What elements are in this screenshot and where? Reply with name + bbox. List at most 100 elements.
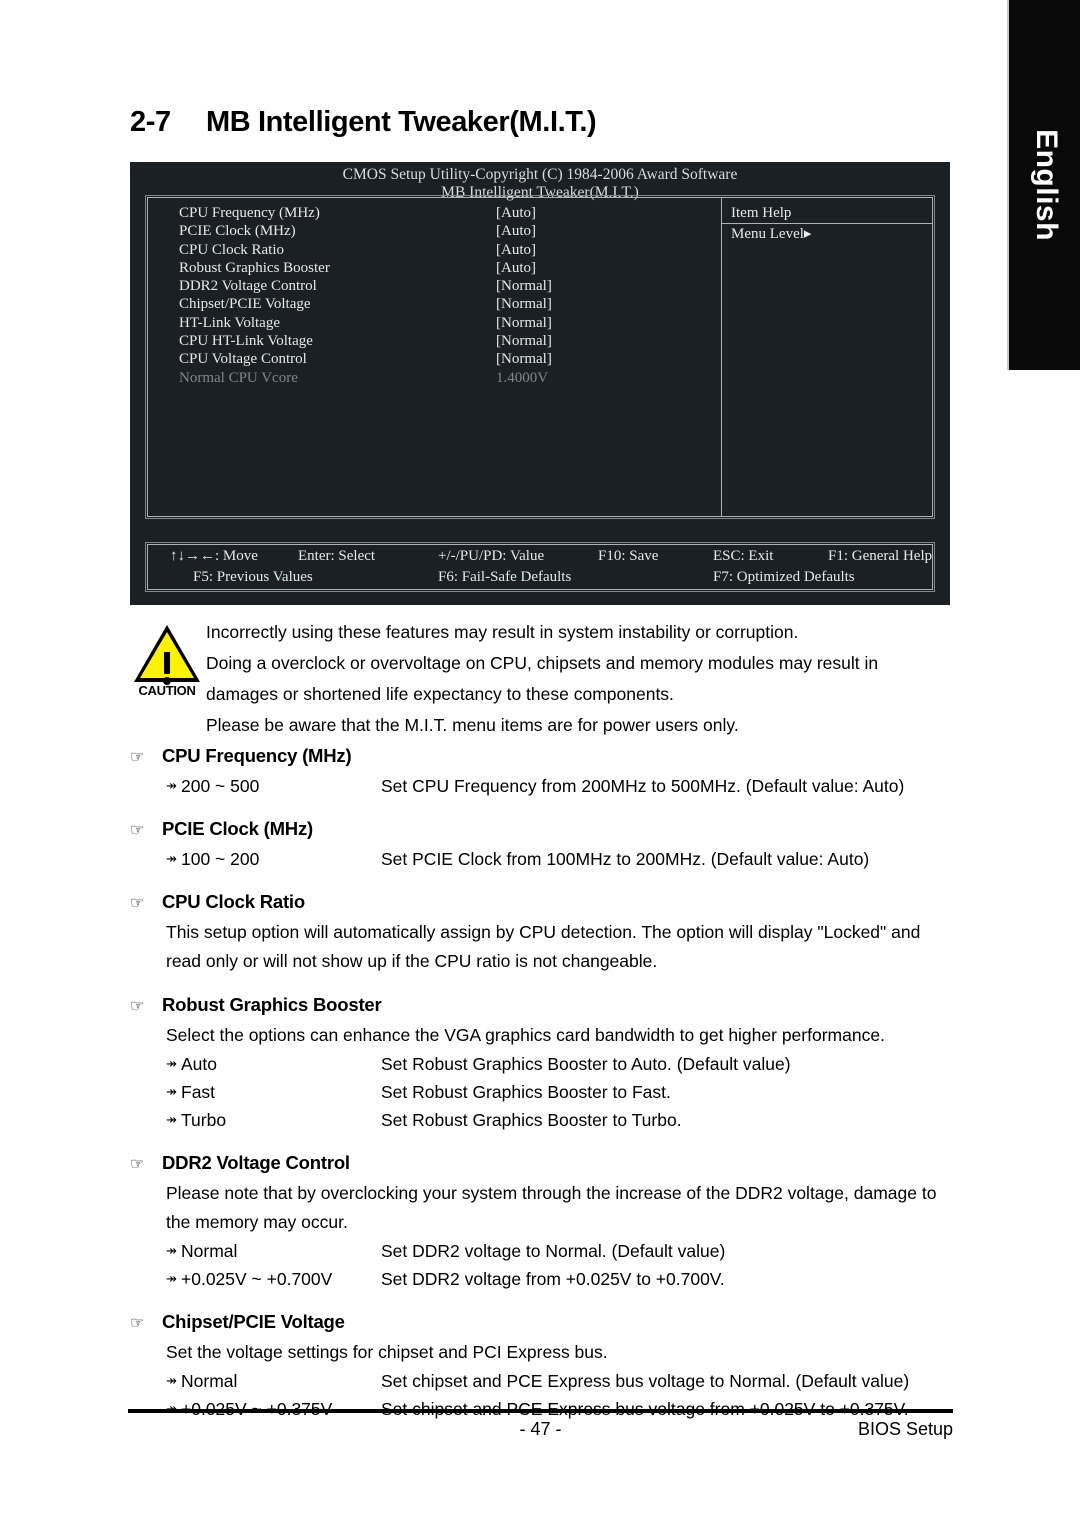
bios-header: CMOS Setup Utility-Copyright (C) 1984-20… <box>130 162 950 202</box>
option-name: Auto <box>181 1054 217 1074</box>
option-description: Set chipset and PCE Express bus voltage … <box>381 1371 910 1391</box>
bios-setting-row[interactable]: CPU Clock Ratio [Auto] <box>148 241 721 259</box>
option-row: ↠ 200 ~ 500 Set CPU Frequency from 200MHz … <box>166 772 958 800</box>
option-arrow-icon: ↠ <box>166 1084 177 1099</box>
bios-setting-label: CPU Frequency (MHz) <box>179 205 320 221</box>
bios-setting-label: DDR2 Voltage Control <box>179 278 317 295</box>
bios-settings-list: CPU Frequency (MHz) [Auto] PCIE Clock (MHz… <box>148 198 721 516</box>
bios-setting-row[interactable]: DDR2 Voltage Control [Normal] <box>148 277 721 295</box>
bios-setting-value[interactable]: [Normal] <box>496 314 552 332</box>
bios-function-key: F10: Save <box>598 548 659 564</box>
bios-setting-row[interactable]: CPU Frequency (MHz) [Auto] <box>148 204 721 222</box>
option-name: 100 ~ 200 <box>181 849 260 869</box>
option-description: Set DDR2 voltage from +0.025V to +0.700V… <box>381 1269 725 1289</box>
bios-function-key: Enter: Select <box>298 548 376 564</box>
option-row: ↠ Auto Set Robust Graphics Booster to Auto… <box>166 1050 958 1078</box>
option-name: 200 ~ 500 <box>181 776 260 796</box>
section-heading-text: DDR2 Voltage Control <box>162 1152 350 1173</box>
bios-setting-label: HT-Link Voltage <box>179 314 280 331</box>
bios-setting-value[interactable]: [Normal] <box>496 332 552 350</box>
caution-line: Please be aware that the M.I.T. menu ite… <box>206 715 739 735</box>
page-title: 2-7 MB Intelligent Tweaker(M.I.T.) <box>130 106 597 139</box>
option-name: Normal <box>181 1371 238 1391</box>
bios-setting-row[interactable]: Normal CPU Vcore 1.4000V <box>148 369 721 387</box>
pointing-hand-icon: ☞ <box>130 895 145 912</box>
bios-function-key-bar: ↑↓→←: Move Enter: Select +/-/PU/PD: Value F… <box>145 542 935 592</box>
language-tab: English <box>1007 0 1080 370</box>
option-arrow-icon: ↠ <box>166 1112 177 1127</box>
menu-level-label: Menu Level▸ <box>731 226 812 242</box>
option-arrow-icon: ↠ <box>166 1243 177 1258</box>
bios-setting-value[interactable]: 1.4000V <box>496 369 548 387</box>
option-row: ↠ Normal Set chipset and PCE Express bus v… <box>166 1367 958 1395</box>
bios-setting-value[interactable]: [Normal] <box>496 295 552 313</box>
page-title-number: 2-7 <box>130 106 171 138</box>
option-description: Set CPU Frequency from 200MHz to 500MHz.… <box>381 776 905 796</box>
option-row: ↠ Fast Set Robust Graphics Booster to Fast… <box>166 1078 958 1106</box>
pointing-hand-icon: ☞ <box>130 749 145 766</box>
pointing-hand-icon: ☞ <box>130 822 145 839</box>
bios-function-key: F1: General Help <box>828 548 933 564</box>
bios-setting-value[interactable]: [Normal] <box>496 277 552 295</box>
bios-setup-screen: CMOS Setup Utility-Copyright (C) 1984-20… <box>130 162 950 605</box>
footer-section-label: BIOS Setup <box>857 1419 953 1439</box>
option-row: ↠ +0.025V ~ +0.700V Set DDR2 voltage from … <box>166 1265 958 1293</box>
footer-divider <box>128 1409 953 1413</box>
bios-setting-value[interactable]: [Auto] <box>496 241 536 259</box>
section-paragraph: Set the voltage settings for chipset and… <box>166 1342 608 1362</box>
bios-setting-label: Normal CPU Vcore <box>179 369 298 386</box>
item-help-title: Item Help <box>722 204 932 224</box>
pointing-hand-icon: ☞ <box>130 1156 145 1173</box>
pointing-hand-icon: ☞ <box>130 1315 145 1332</box>
bios-setting-value[interactable]: [Normal] <box>496 350 552 368</box>
section-paragraph: This setup option will automatically ass… <box>166 922 921 971</box>
section-heading: ☞ Robust Graphics Booster <box>130 994 958 1016</box>
bios-setting-row[interactable]: Robust Graphics Booster [Auto] <box>148 259 721 277</box>
option-name: +0.025V ~ +0.700V <box>181 1269 333 1289</box>
option-row: ↠ 100 ~ 200 Set PCIE Clock from 100MHz to … <box>166 845 958 873</box>
bios-function-key: F7: Optimized Defaults <box>713 569 855 585</box>
bios-setting-row[interactable]: HT-Link Voltage [Normal] <box>148 314 721 332</box>
page-title-text: MB Intelligent Tweaker(M.I.T.) <box>206 106 597 138</box>
bios-header-line1: CMOS Setup Utility-Copyright (C) 1984-20… <box>342 166 738 183</box>
option-name: Turbo <box>181 1110 227 1130</box>
section-heading: ☞ Chipset/PCIE Voltage <box>130 1311 958 1333</box>
bios-setting-label: CPU Clock Ratio <box>179 241 285 258</box>
option-name: Normal <box>181 1241 238 1261</box>
bios-setting-label: PCIE Clock (MHz) <box>179 223 296 240</box>
bios-function-key: +/-/PU/PD: Value <box>438 548 545 564</box>
option-arrow-icon: ↠ <box>166 1271 177 1286</box>
section-heading: ☞ PCIE Clock (MHz) <box>130 818 958 840</box>
bios-main-panel: CPU Frequency (MHz) [Auto] PCIE Clock (MHz… <box>145 195 935 519</box>
option-name: Fast <box>181 1082 216 1102</box>
bios-setting-label: Robust Graphics Booster <box>179 259 330 276</box>
option-description: Set Robust Graphics Booster to Auto. (De… <box>381 1054 791 1074</box>
bios-setting-row[interactable]: CPU HT-Link Voltage [Normal] <box>148 332 721 350</box>
bios-setting-value[interactable]: [Auto] <box>496 222 536 240</box>
bios-setting-row[interactable]: CPU Voltage Control [Normal] <box>148 350 721 368</box>
section-heading: ☞ CPU Clock Ratio <box>130 891 958 913</box>
bios-setting-value[interactable]: [Auto] <box>496 204 536 222</box>
bios-setting-value[interactable]: [Auto] <box>496 259 536 277</box>
caution-label: CAUTION <box>138 683 196 698</box>
option-arrow-icon: ↠ <box>166 1373 177 1388</box>
section-heading-text: Robust Graphics Booster <box>162 994 382 1015</box>
bios-setting-label: CPU Voltage Control <box>179 351 307 368</box>
bios-setting-row[interactable]: PCIE Clock (MHz) [Auto] <box>148 222 721 240</box>
bios-setting-label: Chipset/PCIE Voltage <box>179 296 311 313</box>
section-paragraph: Please note that by overclocking your sy… <box>166 1183 937 1232</box>
bios-setting-row[interactable]: Chipset/PCIE Voltage [Normal] <box>148 295 721 313</box>
bios-setting-label: CPU HT-Link Voltage <box>179 333 313 350</box>
option-arrow-icon: ↠ <box>166 778 177 793</box>
section-heading-text: CPU Clock Ratio <box>162 891 305 912</box>
section-heading: ☞ DDR2 Voltage Control <box>130 1152 958 1174</box>
caution-line: damages or shortened life expectancy to … <box>206 684 674 704</box>
bios-item-help-panel: Item Help Menu Level▸ <box>721 198 932 516</box>
pointing-hand-icon: ☞ <box>130 998 145 1015</box>
option-arrow-icon: ↠ <box>166 1056 177 1071</box>
exclamation-mark-icon <box>163 652 171 685</box>
option-arrow-icon: ↠ <box>166 851 177 866</box>
bios-function-key: ESC: Exit <box>713 548 774 564</box>
footer-page-number: - 47 - <box>519 1419 562 1439</box>
caution-text: Incorrectly using these features may res… <box>206 617 953 741</box>
